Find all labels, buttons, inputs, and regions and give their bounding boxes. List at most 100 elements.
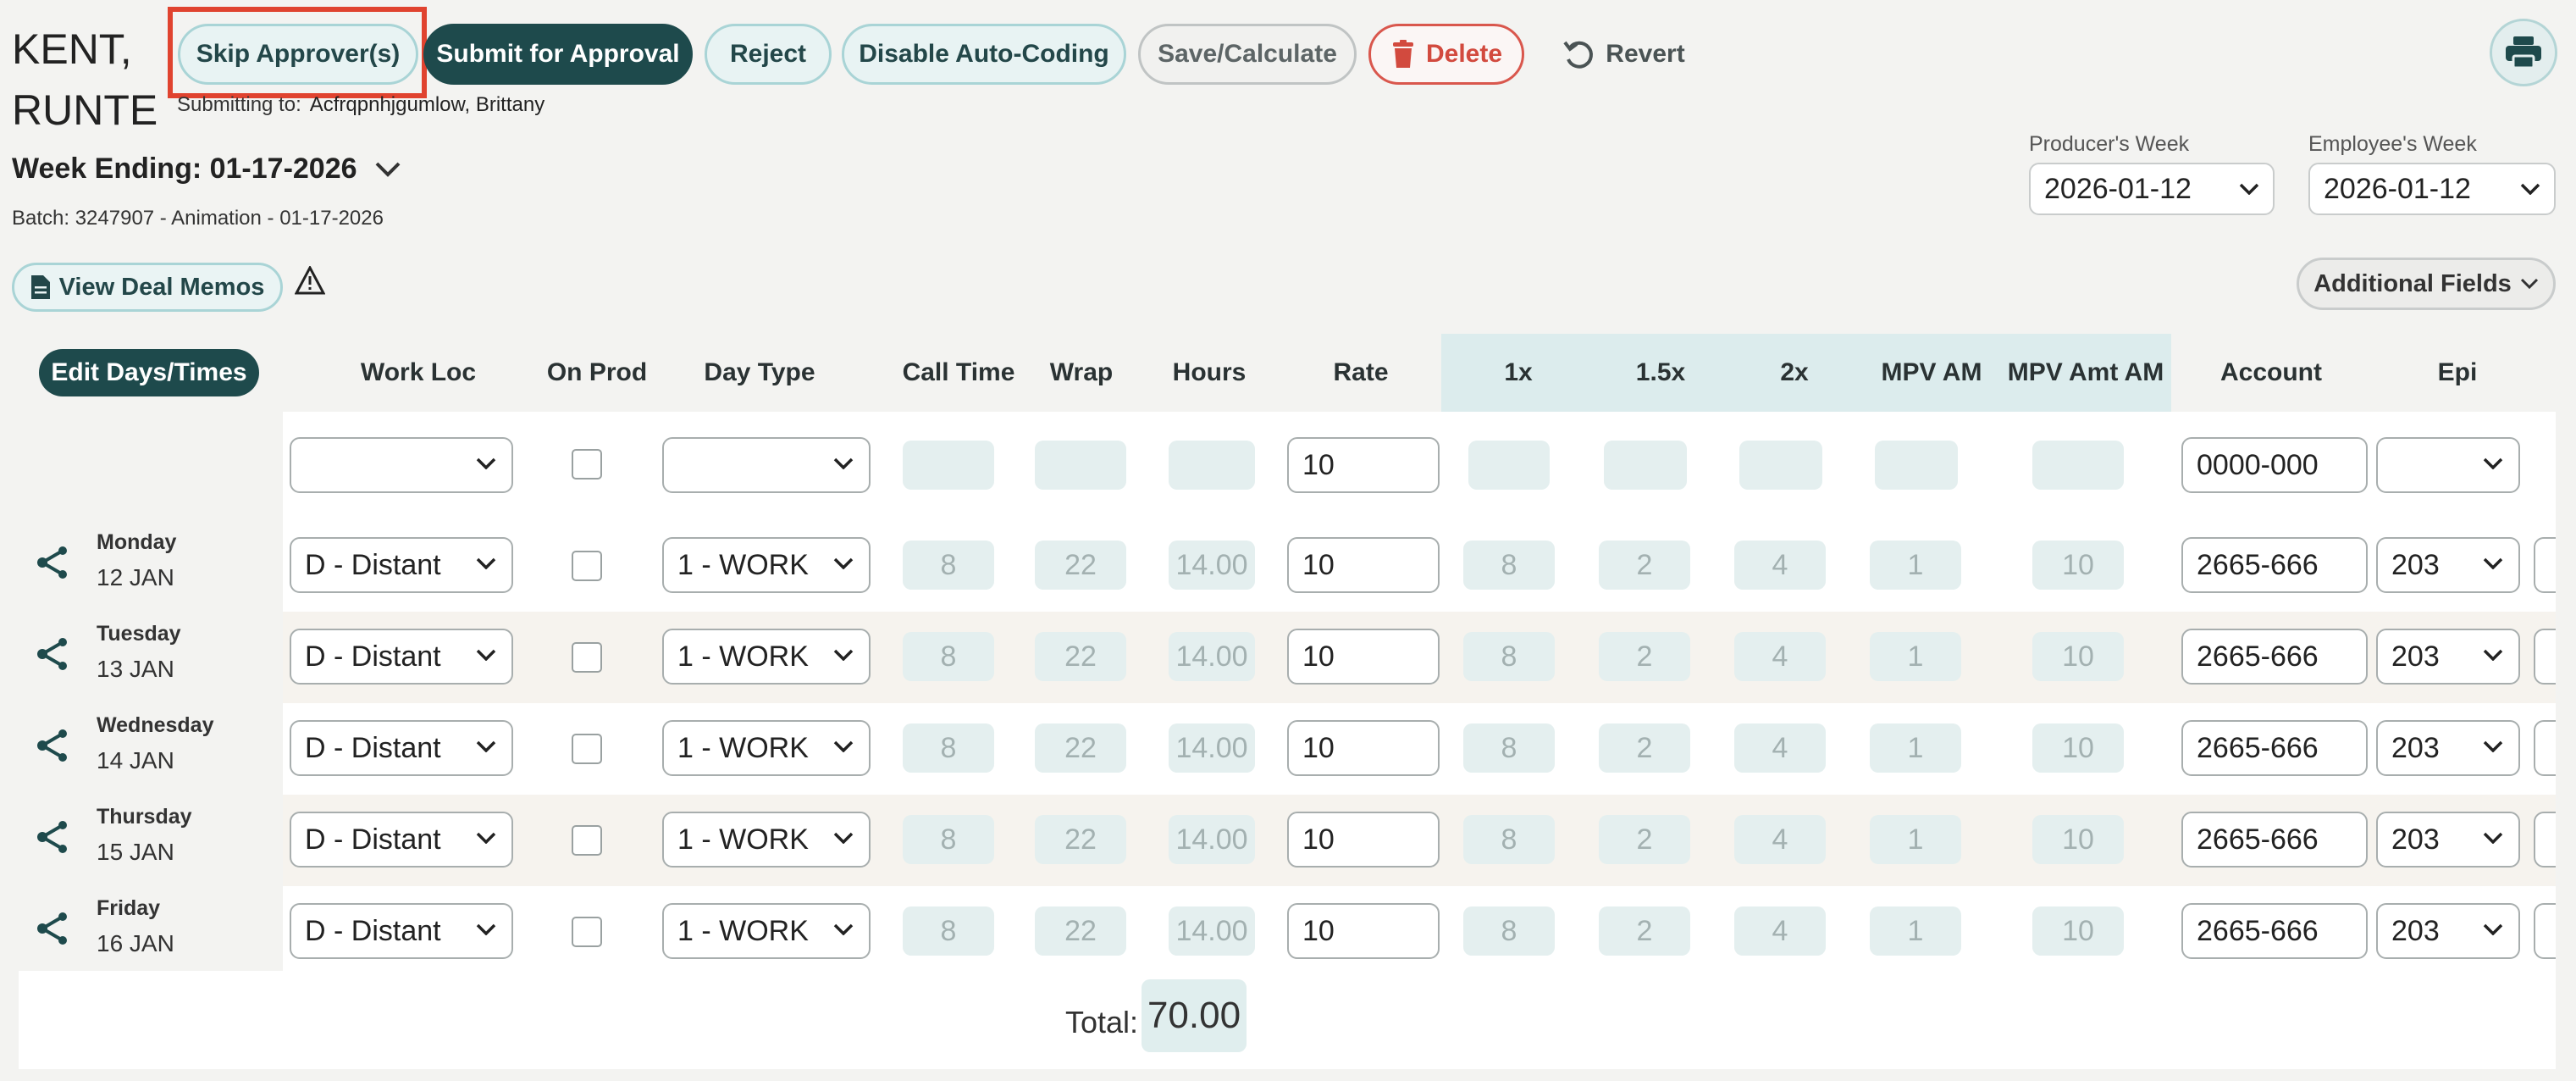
document-icon (30, 275, 50, 299)
ot-1-5x-field: 2 (1599, 815, 1690, 864)
day-type-value: 1 - WORK (677, 640, 809, 673)
copy-row-button[interactable] (36, 729, 69, 767)
work-loc-select[interactable]: D - Distant (290, 812, 513, 868)
work-loc-value: D - Distant (305, 914, 441, 947)
rate-input[interactable]: 10 (1287, 537, 1440, 593)
account-input[interactable]: 0000-000 (2181, 437, 2368, 493)
day-type-select[interactable]: 1 - WORK (662, 537, 871, 593)
epi-select[interactable]: 203 (2376, 720, 2520, 776)
call-time-field[interactable]: 8 (903, 632, 994, 681)
day-type-select[interactable] (662, 437, 871, 493)
day-type-value: 1 - WORK (677, 823, 809, 856)
wrap-field[interactable]: 22 (1035, 540, 1126, 590)
work-loc-select[interactable]: D - Distant (290, 720, 513, 776)
wrap-field[interactable]: 22 (1035, 723, 1126, 773)
work-loc-select[interactable]: D - Distant (290, 537, 513, 593)
call-time-field[interactable]: 8 (903, 906, 994, 956)
epi-select[interactable]: 203 (2376, 537, 2520, 593)
epi-select[interactable]: 203 (2376, 812, 2520, 868)
day-name: Friday (97, 896, 161, 920)
day-type-select[interactable]: 1 - WORK (662, 812, 871, 868)
save-calculate-button[interactable]: Save/Calculate (1138, 24, 1357, 85)
additional-fields-button[interactable]: Additional Fields (2297, 258, 2556, 310)
account-input[interactable]: 2665-666 (2181, 903, 2368, 959)
day-name: Wednesday (97, 713, 214, 737)
epi-value: 203 (2391, 640, 2440, 673)
warning-icon[interactable] (295, 266, 325, 295)
hours-field: 14.00 (1169, 815, 1255, 864)
next-column-input[interactable] (2534, 903, 2556, 959)
account-input[interactable]: 2665-666 (2181, 720, 2368, 776)
copy-row-button[interactable] (36, 820, 69, 858)
print-button[interactable] (2490, 19, 2557, 86)
copy-row-button[interactable] (36, 546, 69, 584)
day-type-select[interactable]: 1 - WORK (662, 629, 871, 685)
chevron-down-icon (2483, 557, 2503, 569)
approver-name: Acfrqpnhjgumlow, Brittany (309, 93, 545, 116)
rate-input[interactable]: 10 (1287, 720, 1440, 776)
edit-days-times-button[interactable]: Edit Days/Times (39, 349, 259, 396)
call-time-field[interactable] (903, 441, 994, 490)
employee-week-label: Employee's Week (2308, 132, 2477, 156)
ot-1-5x-field (1604, 441, 1687, 490)
chevron-down-icon (2239, 183, 2259, 195)
work-loc-select[interactable]: D - Distant (290, 629, 513, 685)
ot-1-5x-field: 2 (1599, 540, 1690, 590)
wrap-field[interactable]: 22 (1035, 906, 1126, 956)
epi-select[interactable]: 203 (2376, 903, 2520, 959)
chevron-down-icon (833, 923, 854, 935)
wrap-field[interactable] (1035, 441, 1126, 490)
employee-week-select[interactable]: 2026-01-12 (2308, 163, 2556, 215)
rate-input[interactable]: 10 (1287, 903, 1440, 959)
next-column-input[interactable] (2534, 629, 2556, 685)
ot-2x-field: 4 (1734, 906, 1826, 956)
epi-value: 203 (2391, 548, 2440, 581)
on-prod-checkbox[interactable] (572, 734, 602, 764)
chevron-down-icon (476, 832, 496, 844)
work-loc-select[interactable] (290, 437, 513, 493)
revert-button[interactable]: Revert (1546, 24, 1700, 85)
epi-select[interactable] (2376, 437, 2520, 493)
on-prod-checkbox[interactable] (572, 642, 602, 673)
next-column-input[interactable] (2534, 537, 2556, 593)
copy-row-button[interactable] (36, 912, 69, 950)
day-date: 15 JAN (97, 839, 174, 865)
rate-input[interactable]: 10 (1287, 629, 1440, 685)
ot-2x-field: 4 (1734, 632, 1826, 681)
account-input[interactable]: 2665-666 (2181, 812, 2368, 868)
on-prod-checkbox[interactable] (572, 825, 602, 856)
wrap-field[interactable]: 22 (1035, 815, 1126, 864)
submit-for-approval-button[interactable]: Submit for Approval (423, 24, 693, 85)
next-column-input[interactable] (2534, 720, 2556, 776)
chevron-down-icon (2483, 649, 2503, 661)
week-ending-label: Week Ending: 01-17-2026 (12, 152, 357, 185)
reject-button[interactable]: Reject (705, 24, 832, 85)
day-type-select[interactable]: 1 - WORK (662, 903, 871, 959)
epi-select[interactable]: 203 (2376, 629, 2520, 685)
additional-fields-label: Additional Fields (2313, 269, 2512, 297)
producer-week-select[interactable]: 2026-01-12 (2029, 163, 2275, 215)
batch-info: Batch: 3247907 - Animation - 01-17-2026 (12, 207, 384, 230)
employee-name: KENT, RUNTE (12, 19, 158, 141)
rate-input[interactable]: 10 (1287, 812, 1440, 868)
rate-input[interactable]: 10 (1287, 437, 1440, 493)
on-prod-checkbox[interactable] (572, 449, 602, 480)
next-column-input[interactable] (2534, 812, 2556, 868)
week-ending-selector[interactable]: Week Ending: 01-17-2026 (12, 152, 401, 186)
view-deal-memos-button[interactable]: View Deal Memos (12, 263, 283, 312)
account-input[interactable]: 2665-666 (2181, 629, 2368, 685)
on-prod-checkbox[interactable] (572, 917, 602, 947)
day-column (19, 412, 283, 971)
on-prod-checkbox[interactable] (572, 551, 602, 581)
delete-button[interactable]: Delete (1368, 24, 1524, 85)
call-time-field[interactable]: 8 (903, 815, 994, 864)
wrap-field[interactable]: 22 (1035, 632, 1126, 681)
copy-row-button[interactable] (36, 637, 69, 675)
work-loc-select[interactable]: D - Distant (290, 903, 513, 959)
day-type-select[interactable]: 1 - WORK (662, 720, 871, 776)
disable-auto-coding-button[interactable]: Disable Auto-Coding (842, 24, 1126, 85)
call-time-field[interactable]: 8 (903, 540, 994, 590)
call-time-field[interactable]: 8 (903, 723, 994, 773)
account-input[interactable]: 2665-666 (2181, 537, 2368, 593)
submitting-to: Submitting to: Acfrqpnhjgumlow, Brittany (177, 93, 544, 117)
